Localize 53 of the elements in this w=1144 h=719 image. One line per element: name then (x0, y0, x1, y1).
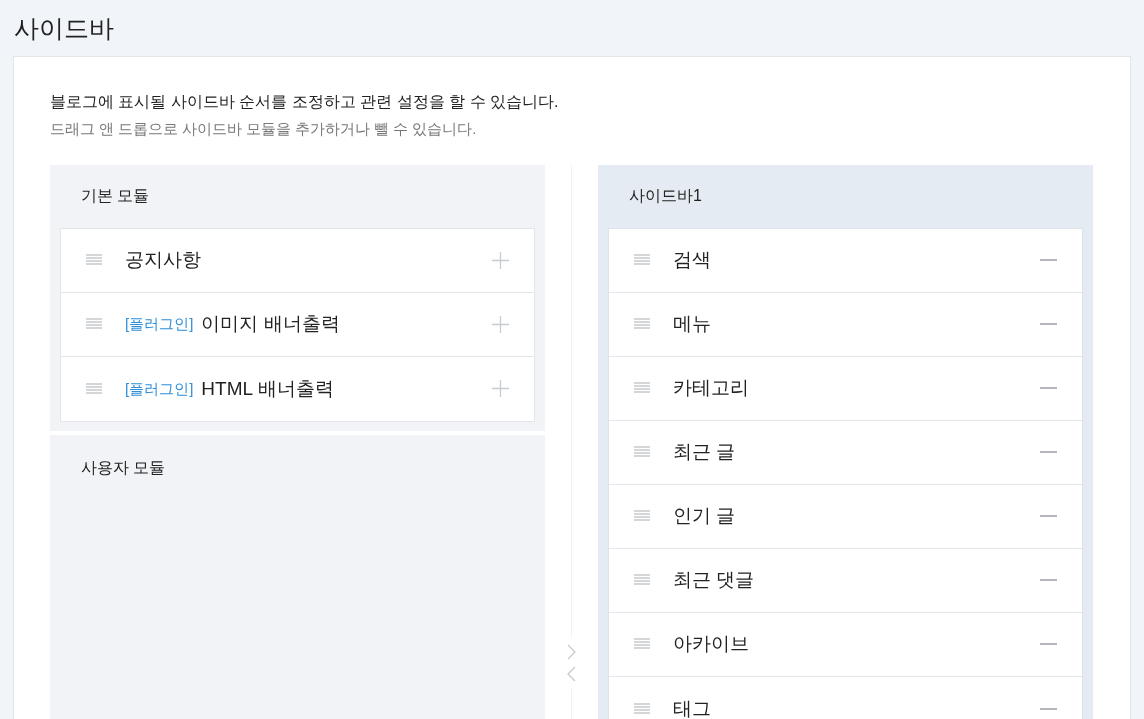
module-name: 메뉴 (673, 312, 711, 336)
plus-icon[interactable] (492, 380, 509, 398)
module-row[interactable]: 최근 댓글 (609, 548, 1082, 613)
module-name: 최근 글 (673, 440, 736, 464)
module-name: 아카이브 (673, 632, 749, 656)
minus-icon[interactable] (1040, 515, 1057, 518)
minus-icon[interactable] (1040, 643, 1057, 646)
module-row[interactable]: 검색 (609, 228, 1082, 293)
module-name: 카테고리 (673, 376, 749, 400)
module-row[interactable]: 공지사항 (61, 228, 534, 293)
drag-handle-icon[interactable] (86, 254, 102, 267)
module-row[interactable]: 카테고리 (609, 356, 1082, 421)
plus-icon[interactable] (492, 315, 509, 333)
minus-icon[interactable] (1040, 259, 1057, 262)
drag-handle-icon[interactable] (634, 702, 650, 715)
minus-icon[interactable] (1040, 387, 1057, 390)
drag-handle-icon[interactable] (86, 382, 102, 395)
module-row[interactable]: 최근 글 (609, 420, 1082, 485)
module-row[interactable]: 인기 글 (609, 484, 1082, 549)
module-row[interactable]: [플러그인] HTML 배너출력 (61, 356, 534, 421)
page-title: 사이드바 (13, 13, 115, 44)
module-name: 검색 (673, 248, 711, 272)
module-row[interactable]: 아카이브 (609, 612, 1082, 677)
module-name: HTML 배너출력 (201, 376, 334, 401)
drag-handle-icon[interactable] (634, 254, 650, 267)
panel-title: 기본 모듈 (80, 186, 151, 207)
drag-handle-icon[interactable] (86, 318, 102, 331)
module-name: 이미지 배너출력 (201, 312, 340, 336)
module-row[interactable]: 태그 (609, 676, 1082, 719)
drag-handle-icon[interactable] (634, 574, 650, 587)
drag-handle-icon[interactable] (634, 638, 650, 651)
move-arrows-icon[interactable] (565, 643, 578, 683)
drag-handle-icon[interactable] (634, 382, 650, 395)
panel-title: 사용자 모듈 (80, 457, 167, 478)
minus-icon[interactable] (1040, 707, 1057, 710)
drag-handle-icon[interactable] (634, 446, 650, 459)
drag-handle-icon[interactable] (634, 510, 650, 523)
module-row[interactable]: [플러그인] 이미지 배너출력 (61, 292, 534, 357)
panel-title: 사이드바1 (628, 186, 703, 207)
plugin-tag: [플러그인] (125, 377, 194, 400)
minus-icon[interactable] (1040, 323, 1057, 326)
module-name: 공지사항 (125, 248, 201, 272)
module-name: 태그 (673, 696, 711, 719)
description-text: 블로그에 표시될 사이드바 순서를 조정하고 관련 설정을 할 수 있습니다. (50, 92, 560, 112)
hint-text: 드래그 앤 드롭으로 사이드바 모듈을 추가하거나 뺄 수 있습니다. (50, 120, 478, 139)
plus-icon[interactable] (492, 251, 509, 269)
module-row[interactable]: 메뉴 (609, 292, 1082, 357)
minus-icon[interactable] (1040, 451, 1057, 454)
module-name: 최근 댓글 (673, 568, 755, 592)
minus-icon[interactable] (1040, 579, 1057, 582)
plugin-tag: [플러그인] (125, 313, 194, 336)
drag-handle-icon[interactable] (634, 318, 650, 331)
module-name: 인기 글 (673, 504, 736, 528)
